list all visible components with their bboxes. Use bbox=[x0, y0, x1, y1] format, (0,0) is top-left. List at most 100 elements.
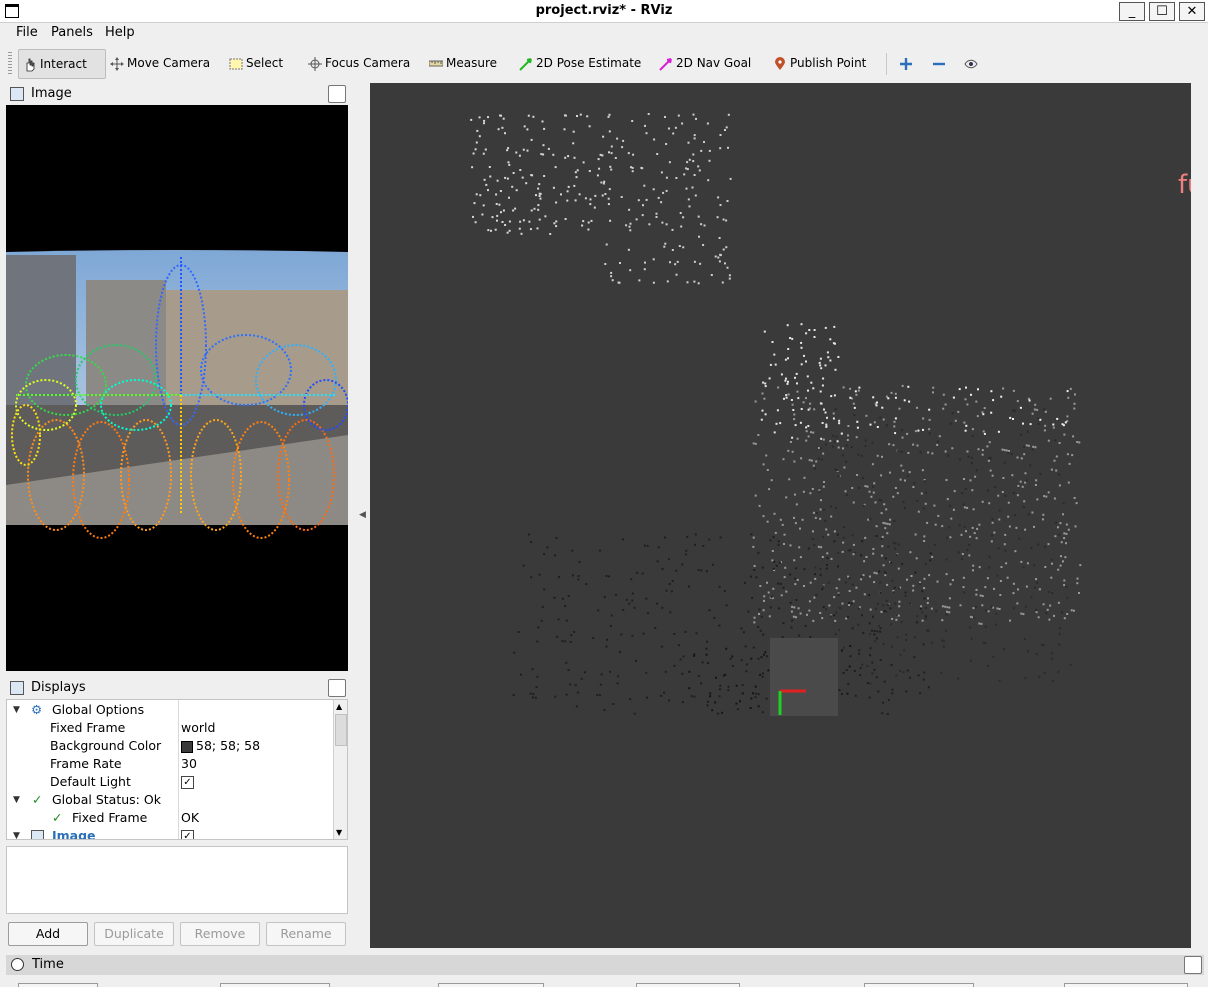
menu-help[interactable]: Help bbox=[105, 25, 135, 40]
eye-icon bbox=[964, 59, 978, 68]
tree-scrollbar[interactable]: ▲ ▼ bbox=[333, 700, 347, 839]
tree-row-default-light[interactable]: Default Light ✓ bbox=[7, 773, 333, 791]
map-pin-icon bbox=[775, 56, 785, 70]
scrollbar-thumb[interactable] bbox=[335, 714, 347, 746]
close-button[interactable]: ✕ bbox=[1179, 2, 1205, 21]
add-display-button[interactable]: Add bbox=[8, 922, 88, 946]
displays-panel-title: Displays bbox=[31, 680, 86, 695]
status-value: OK bbox=[181, 810, 200, 825]
time-control-2[interactable] bbox=[220, 983, 330, 987]
background-color-value[interactable]: 58; 58; 58 bbox=[181, 737, 260, 755]
tool-interact-label: Interact bbox=[40, 57, 87, 71]
view-options-button[interactable] bbox=[964, 49, 981, 77]
time-control-3[interactable] bbox=[438, 983, 544, 987]
row-key: Global Options bbox=[52, 702, 145, 717]
checkmark-icon: ✓ bbox=[52, 810, 63, 825]
remove-tool-button[interactable] bbox=[932, 49, 949, 77]
tool-measure-label: Measure bbox=[446, 56, 497, 70]
background-color-text: 58; 58; 58 bbox=[196, 738, 261, 753]
time-panel-title: Time bbox=[32, 957, 64, 972]
checkmark-icon: ✓ bbox=[32, 792, 43, 807]
tool-move-camera-label: Move Camera bbox=[127, 56, 211, 70]
expand-arrow-icon[interactable]: ▼ bbox=[13, 701, 20, 719]
image-panel-icon bbox=[10, 87, 24, 101]
image-enabled-checkbox[interactable]: ✓ bbox=[181, 827, 194, 839]
image-display-icon bbox=[31, 830, 44, 839]
maximize-button[interactable]: ☐ bbox=[1149, 2, 1175, 21]
magenta-arrow-icon bbox=[659, 57, 672, 71]
tree-row-frame-rate[interactable]: Frame Rate 30 bbox=[7, 755, 333, 773]
expand-arrow-icon[interactable]: ▼ bbox=[13, 827, 20, 839]
menu-file[interactable]: File bbox=[16, 25, 38, 40]
image-panel-float-button[interactable] bbox=[328, 85, 346, 103]
point-cloud-render: fu bbox=[470, 113, 1191, 716]
gear-icon: ⚙ bbox=[31, 702, 43, 717]
row-key: Global Status: Ok bbox=[52, 792, 161, 807]
menu-panels[interactable]: Panels bbox=[51, 25, 93, 40]
property-description bbox=[6, 846, 348, 914]
default-light-checkbox[interactable]: ✓ bbox=[181, 773, 194, 791]
window-titlebar: project.rviz* - RViz _ ☐ ✕ bbox=[0, 0, 1208, 23]
add-tool-button[interactable] bbox=[899, 49, 916, 77]
row-key: Image bbox=[52, 828, 96, 840]
tree-row-image[interactable]: ▼ Image ✓ bbox=[7, 827, 333, 840]
select-box-icon bbox=[229, 58, 243, 69]
camera-image-overlay bbox=[6, 250, 348, 539]
scroll-up-icon[interactable]: ▲ bbox=[336, 702, 342, 711]
tree-row-background-color[interactable]: Background Color 58; 58; 58 bbox=[7, 737, 333, 755]
row-key: Fixed Frame bbox=[50, 720, 126, 735]
time-panel-float-button[interactable] bbox=[1184, 956, 1202, 974]
tree-row-fixed-frame[interactable]: Fixed Frame world bbox=[7, 719, 333, 737]
expand-arrow-icon[interactable]: ▼ bbox=[13, 791, 20, 809]
tool-interact[interactable]: Interact bbox=[18, 49, 106, 79]
3d-viewport[interactable]: fu bbox=[370, 83, 1191, 948]
tool-select[interactable]: Select bbox=[229, 49, 283, 77]
toolbar-separator bbox=[886, 53, 887, 75]
displays-panel-header: Displays bbox=[6, 678, 348, 698]
tool-2d-pose-estimate[interactable]: 2D Pose Estimate bbox=[519, 49, 641, 77]
row-key: Frame Rate bbox=[50, 756, 122, 771]
rename-display-button[interactable]: Rename bbox=[266, 922, 346, 946]
time-panel-header: Time bbox=[6, 955, 1204, 975]
collapse-left-icon[interactable]: ◀ bbox=[359, 510, 366, 520]
displays-panel-float-button[interactable] bbox=[328, 679, 346, 697]
menu-bar: File Panels Help bbox=[0, 23, 1208, 43]
displays-tree: ▼ ⚙ Global Options Fixed Frame world Bac… bbox=[6, 699, 348, 840]
toolbar-grip[interactable] bbox=[8, 52, 12, 76]
crosshair-icon bbox=[308, 56, 322, 71]
image-panel-header: Image bbox=[6, 84, 348, 104]
tool-move-camera[interactable]: Move Camera bbox=[110, 49, 210, 77]
tool-2d-nav-goal[interactable]: 2D Nav Goal bbox=[659, 49, 751, 77]
time-control-4[interactable] bbox=[636, 983, 740, 987]
move-arrows-icon bbox=[110, 56, 124, 71]
frame-rate-value[interactable]: 30 bbox=[181, 755, 197, 773]
scroll-down-icon[interactable]: ▼ bbox=[336, 828, 342, 837]
row-key: Background Color bbox=[50, 738, 162, 753]
minimize-button[interactable]: _ bbox=[1119, 2, 1145, 21]
checkbox-checked[interactable]: ✓ bbox=[181, 830, 194, 839]
tool-2d-pose-estimate-label: 2D Pose Estimate bbox=[536, 56, 642, 70]
viewport-overlay-text: fu bbox=[1178, 170, 1191, 200]
clock-icon bbox=[11, 958, 24, 971]
time-control-6[interactable] bbox=[1064, 983, 1188, 987]
plus-icon bbox=[900, 57, 912, 70]
tool-publish-point-label: Publish Point bbox=[790, 56, 867, 70]
minus-icon bbox=[933, 62, 945, 65]
tool-publish-point[interactable]: Publish Point bbox=[773, 49, 866, 77]
fixed-frame-value[interactable]: world bbox=[181, 719, 215, 737]
tool-measure[interactable]: Measure bbox=[429, 49, 497, 77]
tool-2d-nav-goal-label: 2D Nav Goal bbox=[676, 56, 752, 70]
duplicate-display-button[interactable]: Duplicate bbox=[94, 922, 174, 946]
time-control-5[interactable] bbox=[864, 983, 974, 987]
window-title: project.rviz* - RViz bbox=[535, 3, 673, 18]
tool-select-label: Select bbox=[246, 56, 284, 70]
checkbox-checked[interactable]: ✓ bbox=[181, 776, 194, 789]
tree-row-global-options[interactable]: ▼ ⚙ Global Options bbox=[7, 701, 333, 719]
row-key: Default Light bbox=[50, 774, 131, 789]
tool-focus-camera[interactable]: Focus Camera bbox=[308, 49, 410, 77]
green-arrow-icon bbox=[519, 57, 532, 71]
time-control-1[interactable] bbox=[18, 983, 98, 987]
tree-row-status-fixed-frame[interactable]: ✓ Fixed Frame OK bbox=[7, 809, 333, 827]
tree-row-global-status[interactable]: ▼ ✓ Global Status: Ok bbox=[7, 791, 333, 809]
remove-display-button[interactable]: Remove bbox=[180, 922, 260, 946]
